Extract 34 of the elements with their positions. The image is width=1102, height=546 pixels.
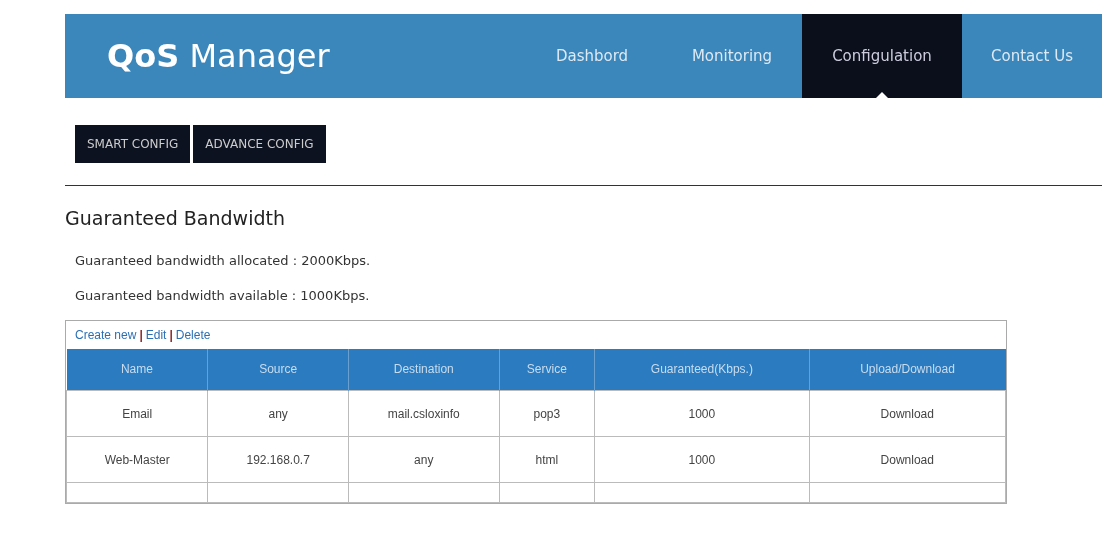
table-cell: 192.168.0.7 [207,436,349,483]
table-cell: 1000 [594,390,810,437]
column-header: Upload/Download [809,348,1006,391]
table-cell: 1000 [594,436,810,483]
column-header: Source [207,348,349,391]
table-cell: pop3 [499,390,595,437]
action-link[interactable]: Create new [75,325,137,344]
table-cell: Email [66,390,208,437]
nav-tab[interactable]: Configulation [802,14,962,98]
separator: | [169,326,173,344]
nav-tab[interactable]: Contact Us [962,14,1102,98]
bandwidth-info: Guaranteed bandwidth allocated : 2000Kbps. [75,251,372,270]
table-cell: Web-Master [66,436,208,483]
table-cell: html [499,436,595,483]
column-header: Destination [348,348,499,391]
config-button[interactable]: ADVANCE CONFIG [193,125,326,163]
table-cell: Download [809,390,1006,437]
table-cell: any [348,436,499,483]
column-header: Guaranteed(Kbps.) [594,348,810,391]
action-link[interactable]: Edit [145,325,167,344]
column-header: Name [66,348,208,391]
table-cell: Download [809,436,1006,483]
action-link[interactable]: Delete [175,325,211,344]
config-button[interactable]: SMART CONFIG [75,125,191,163]
separator: | [139,326,143,344]
nav-tab[interactable]: Monitoring [662,14,802,98]
pointer-icon [876,92,888,98]
bandwidth-info: Guaranteed bandwidth available : 1000Kbps. [75,287,371,305]
nav-tab[interactable]: Dashbord [522,14,662,98]
brand-title: QoS Manager [107,36,330,77]
section-title: Guaranteed Bandwidth [65,206,286,231]
table-cell: mail.csloxinfo [348,390,499,437]
column-header: Service [499,348,595,391]
table-cell: any [207,390,349,437]
